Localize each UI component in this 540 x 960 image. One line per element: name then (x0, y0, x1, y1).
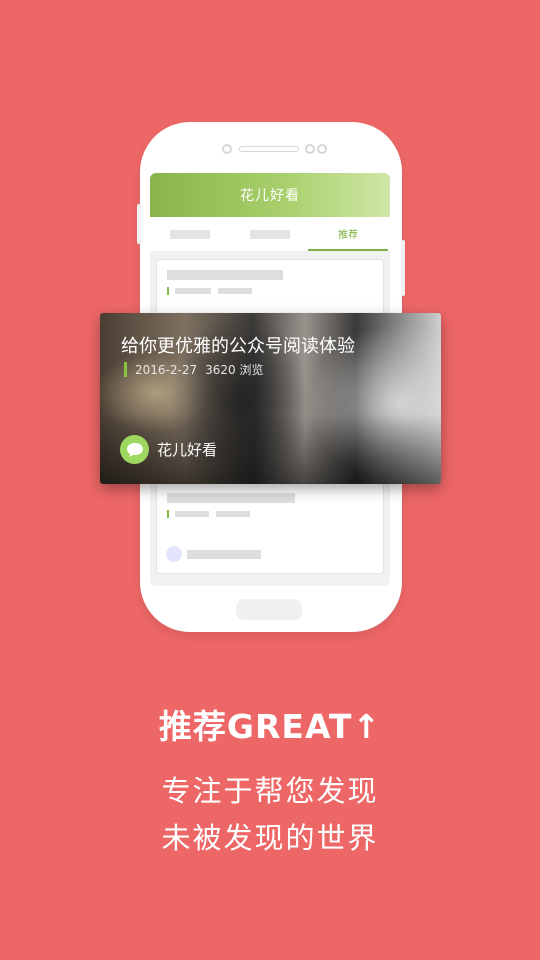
skeleton-meta (175, 511, 209, 517)
skeleton-meta (175, 288, 211, 294)
featured-article-title: 给你更优雅的公众号阅读体验 (121, 336, 355, 357)
skeleton-author (187, 550, 261, 559)
skeleton-title (167, 493, 295, 503)
tab-label-placeholder (170, 229, 210, 239)
tab-placeholder-2[interactable] (230, 217, 310, 251)
phone-side-button-left (137, 204, 141, 244)
skeleton-title (167, 270, 283, 280)
chat-bubble-icon (120, 435, 149, 464)
featured-article-card[interactable]: 给你更优雅的公众号阅读体验 2016-2-27 3620 浏览 花儿好看 (100, 313, 441, 484)
promo-line-1: 专注于帮您发现 (161, 774, 379, 808)
promo-line-2: 未被发现的世界 (161, 821, 379, 855)
featured-article-views: 3620 浏览 (205, 363, 264, 377)
tab-recommend-label: 推荐 (338, 229, 358, 241)
tab-recommend[interactable]: 推荐 (308, 217, 388, 251)
phone-speaker (239, 146, 299, 152)
app-header: 花儿好看 (150, 173, 390, 217)
tab-label-placeholder (250, 229, 290, 239)
phone-side-button-right (401, 240, 405, 296)
promo-headline: 推荐GREAT↑ (158, 707, 382, 746)
tab-placeholder-1[interactable] (150, 217, 230, 251)
featured-article-author-name: 花儿好看 (157, 441, 218, 459)
tab-bar: 推荐 (150, 217, 390, 252)
skeleton-meta (218, 288, 252, 294)
app-header-title: 花儿好看 (240, 188, 300, 204)
skeleton-marker (167, 287, 169, 295)
phone-front-camera (305, 144, 315, 154)
skeleton-avatar (166, 546, 182, 562)
phone-sensor-secondary (317, 144, 327, 154)
phone-sensor (222, 144, 232, 154)
featured-article-date: 2016-2-27 (135, 362, 198, 377)
featured-article-author: 花儿好看 (120, 435, 217, 464)
featured-article-meta: 2016-2-27 3620 浏览 (124, 362, 263, 377)
skeleton-meta (216, 511, 250, 517)
meta-marker (124, 362, 127, 377)
phone-home-button (236, 599, 302, 620)
skeleton-marker (167, 510, 169, 518)
